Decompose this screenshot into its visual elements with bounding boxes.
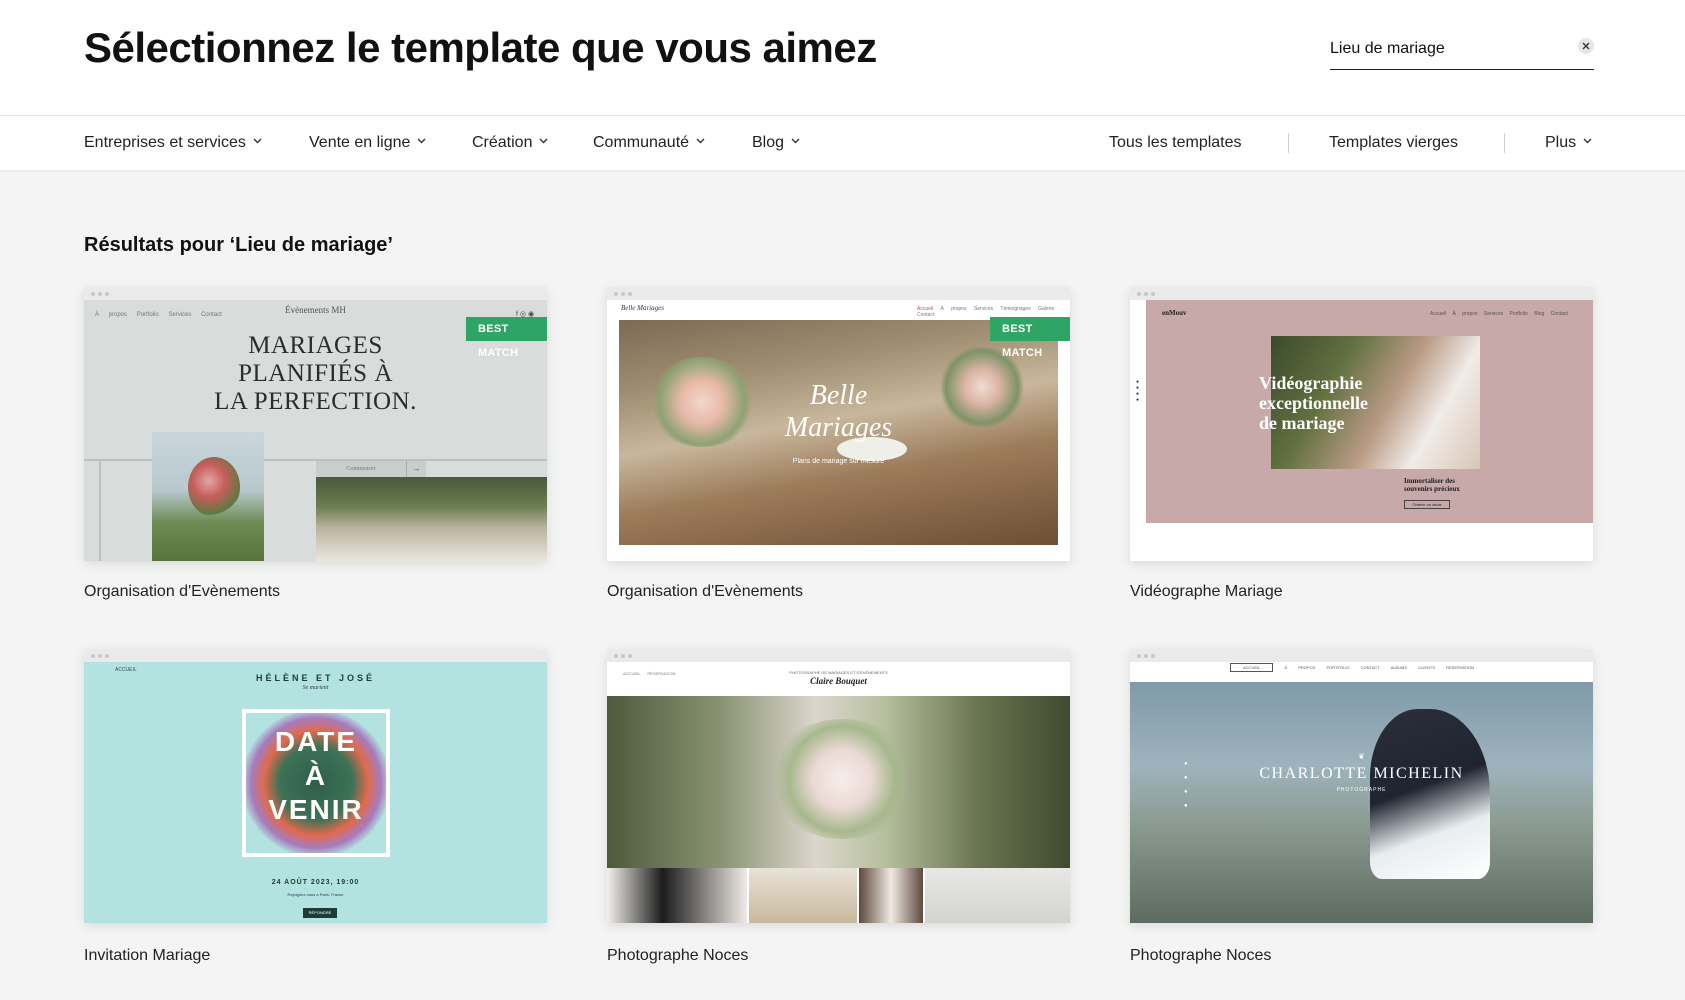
- preview-sub: Immortaliser des souvenirs précieux: [1404, 477, 1460, 493]
- nav-label: Entreprises et services: [84, 134, 246, 151]
- preview-headline: DATE À VENIR: [268, 726, 364, 825]
- preview-headline: Belle Mariages: [784, 380, 893, 443]
- bouquet-shape: [188, 457, 240, 517]
- nav-blog[interactable]: Blog: [752, 116, 800, 170]
- chevron-down-icon: [417, 138, 426, 144]
- chevron-down-icon: [791, 138, 800, 144]
- preview-name: CHARLOTTE MICHELIN: [1259, 765, 1464, 782]
- gallery-thumb: [749, 868, 857, 923]
- template-preview[interactable]: ACCUEIL HÉLÈNE ET JOSÉ Se marient DATE À…: [84, 649, 547, 923]
- preview-cta: Commencer: [316, 461, 406, 477]
- preview-cta: Obtenir un devis: [1404, 500, 1450, 509]
- template-card[interactable]: ACCUEIL RÉSERVATION PHOTOGRAPHE DE MARIA…: [607, 649, 1070, 964]
- preview-brand: Évènements MH: [285, 305, 346, 315]
- template-card[interactable]: À propos Portfolio Services Contact Évèn…: [84, 287, 547, 600]
- preview-subtitle: Plans de mariage sur mesure: [792, 458, 885, 465]
- browser-bar: [607, 649, 1070, 662]
- category-nav: Entreprises et services Vente en ligne C…: [0, 116, 1685, 170]
- browser-bar: [607, 287, 1070, 300]
- preview-brand: enMouv: [1162, 309, 1187, 317]
- nav-label: Communauté: [593, 134, 690, 151]
- preview-cta: RÉPONDRE: [303, 908, 337, 918]
- search-box[interactable]: [1330, 30, 1594, 70]
- couple-photo: [1130, 682, 1593, 923]
- nav-label: Création: [472, 134, 533, 151]
- results-title: Résultats pour ‘Lieu de mariage’: [84, 234, 393, 256]
- nav-communaute[interactable]: Communauté: [593, 116, 705, 170]
- nav-label: Tous les templates: [1109, 134, 1242, 151]
- bouquet-shape: [767, 719, 917, 839]
- couple-silhouette: [1370, 709, 1490, 879]
- social-icons: ● ● ● ●: [1136, 379, 1140, 403]
- template-card[interactable]: ● ● ● ● enMouv Accueil À propos Services Po…: [1130, 287, 1593, 600]
- nav-plus[interactable]: Plus: [1545, 116, 1592, 170]
- browser-bar: [1130, 649, 1593, 662]
- preview-role: PHOTOGRAPHE: [1336, 787, 1387, 793]
- preview-sub: Se marient: [302, 685, 329, 691]
- page-title: Sélectionnez le template que vous aimez: [84, 24, 877, 71]
- table-setting-image: [316, 477, 547, 561]
- card-title: Invitation Mariage: [84, 947, 211, 964]
- nav-templates-vierges[interactable]: Templates vierges: [1329, 116, 1458, 170]
- arrow-right-icon: →: [406, 461, 426, 477]
- chevron-down-icon: [696, 138, 705, 144]
- best-match-badge: BEST MATCH: [990, 317, 1070, 359]
- chevron-down-icon: [1583, 138, 1592, 144]
- preview-date: 24 AOÛT 2023, 19:00: [271, 879, 360, 886]
- template-card[interactable]: ACCUEIL HÉLÈNE ET JOSÉ Se marient DATE À…: [84, 649, 547, 964]
- chevron-down-icon: [539, 138, 548, 144]
- gallery-thumb: [859, 868, 923, 923]
- browser-bar: [84, 287, 547, 300]
- preview-place: Rejoignez-nous à Paris, France: [287, 892, 344, 897]
- nav-label: Blog: [752, 134, 785, 151]
- chevron-down-icon: [253, 138, 262, 144]
- preview-name: Claire Bouquet: [810, 676, 867, 686]
- preview-nav: Accueil À propos Services Portfolio Blog…: [1430, 311, 1568, 317]
- nav-label: Templates vierges: [1329, 134, 1458, 151]
- card-title: Photographe Noces: [1130, 947, 1272, 964]
- best-match-badge: BEST MATCH: [466, 317, 547, 359]
- browser-bar: [1130, 287, 1593, 300]
- nav-entreprises-services[interactable]: Entreprises et services: [84, 116, 262, 170]
- template-card[interactable]: Belle Mariages Accueil À propos Services…: [607, 287, 1070, 600]
- nav-creation[interactable]: Création: [472, 116, 548, 170]
- logo-ornament: ❦: [1358, 752, 1365, 761]
- card-title: Organisation d'Evènements: [607, 583, 804, 600]
- template-preview[interactable]: ● ● ● ● enMouv Accueil À propos Services Po…: [1130, 287, 1593, 561]
- nav-divider: [1288, 133, 1289, 153]
- gallery-thumb: [925, 868, 1070, 923]
- template-preview[interactable]: ACCUEIL À PROPOS PORTFOLIO CONTACT ALBUM…: [1130, 649, 1593, 923]
- nav-label: Vente en ligne: [309, 134, 411, 151]
- card-title: Photographe Noces: [607, 947, 749, 964]
- preview-post: [99, 460, 101, 561]
- nav-label: Plus: [1545, 134, 1577, 151]
- browser-bar: [84, 649, 547, 662]
- search-input[interactable]: [1330, 34, 1560, 64]
- close-icon: [1582, 42, 1590, 50]
- gallery-thumb: [607, 868, 747, 923]
- nav-tous-les-templates[interactable]: Tous les templates: [1109, 116, 1242, 170]
- side-rail: [1130, 300, 1146, 561]
- top-header: Sélectionnez le template que vous aimez: [0, 0, 1685, 116]
- card-title: Vidéographe Mariage: [1130, 583, 1283, 600]
- clear-search-button[interactable]: [1578, 38, 1594, 54]
- preview-names: HÉLÈNE ET JOSÉ: [255, 673, 376, 683]
- card-title: Organisation d'Evènements: [84, 583, 281, 600]
- template-card[interactable]: ACCUEIL À PROPOS PORTFOLIO CONTACT ALBUM…: [1130, 649, 1593, 964]
- nav-divider: [1504, 133, 1505, 153]
- template-preview[interactable]: ACCUEIL RÉSERVATION PHOTOGRAPHE DE MARIA…: [607, 649, 1070, 923]
- nav-vente-en-ligne[interactable]: Vente en ligne: [309, 116, 426, 170]
- preview-nav: ACCUEIL À PROPOS PORTFOLIO CONTACT ALBUM…: [1230, 663, 1474, 672]
- preview-tagline: PHOTOGRAPHE DE MARIAGES ET D'ÉVÉNEMENTS: [789, 670, 888, 675]
- preview-headline: Vidéographie exceptionnelle de mariage: [1259, 373, 1368, 433]
- preview-brand: Belle Mariages: [621, 304, 664, 312]
